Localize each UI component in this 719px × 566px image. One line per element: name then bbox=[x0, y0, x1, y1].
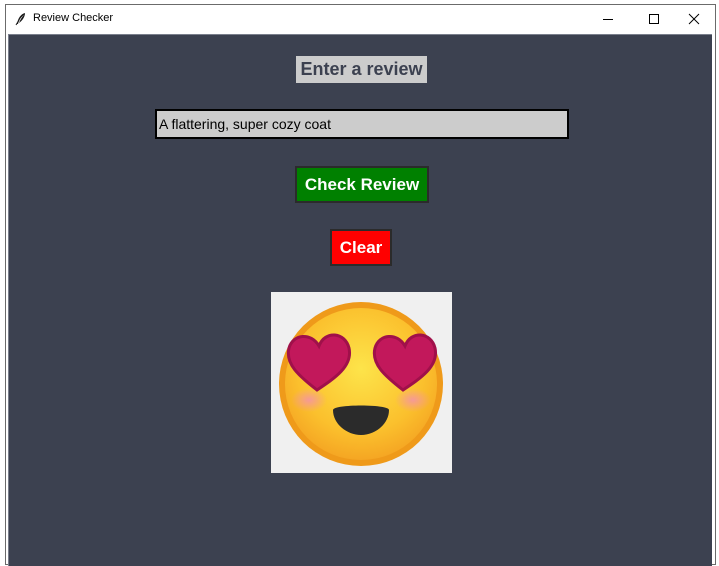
maximize-icon bbox=[648, 13, 660, 25]
feather-icon bbox=[14, 12, 28, 26]
minimize-button[interactable] bbox=[586, 5, 630, 33]
clear-button[interactable]: Clear bbox=[330, 229, 392, 266]
title-bar[interactable]: Review Checker bbox=[6, 5, 715, 33]
maximize-button[interactable] bbox=[632, 5, 676, 33]
page-title: Enter a review bbox=[296, 56, 427, 83]
smiling-face-with-heart-eyes-icon bbox=[271, 292, 452, 473]
app-window: Review Checker Enter a review Check Revi… bbox=[5, 4, 716, 566]
check-review-button[interactable]: Check Review bbox=[295, 166, 429, 203]
close-button[interactable] bbox=[672, 5, 716, 33]
main-panel: Enter a review Check Review Clear bbox=[8, 34, 712, 566]
minimize-icon bbox=[602, 13, 614, 25]
close-icon bbox=[688, 13, 700, 25]
result-image bbox=[271, 292, 452, 473]
window-title: Review Checker bbox=[33, 12, 114, 24]
review-input[interactable] bbox=[155, 109, 569, 139]
